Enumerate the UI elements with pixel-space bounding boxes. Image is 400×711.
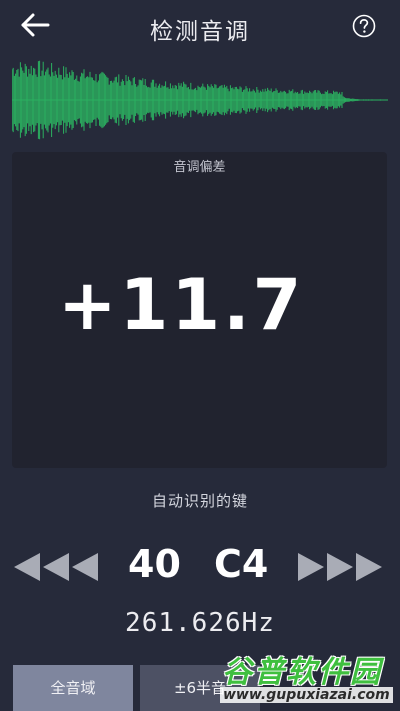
- pitch-detector-screen: 检测音调 音调偏差 +11.7 自动识别的键 40 C4 261.626Hz 全…: [0, 0, 400, 711]
- key-number: 40: [128, 542, 181, 586]
- six-semitone-button[interactable]: ±6半音: [140, 665, 260, 711]
- key-note-name: C4: [214, 542, 269, 586]
- pitch-deviation-value: +11.7: [58, 264, 305, 346]
- next-key-button[interactable]: [296, 550, 388, 584]
- header-bar: 检测音调: [0, 0, 400, 56]
- triple-triangle-left-icon: [14, 553, 98, 581]
- page-title: 检测音调: [150, 19, 250, 45]
- pitch-deviation-label: 音调偏差: [173, 160, 226, 175]
- audio-waveform: [12, 60, 388, 140]
- triple-triangle-right-icon: [298, 553, 382, 581]
- frequency-readout: 261.626Hz: [125, 608, 275, 638]
- help-button[interactable]: [352, 14, 376, 38]
- auto-detected-key-label: 自动识别的键: [151, 492, 248, 510]
- previous-key-button[interactable]: [12, 550, 104, 584]
- full-range-button[interactable]: 全音域: [13, 665, 133, 711]
- question-circle-icon: [352, 14, 376, 38]
